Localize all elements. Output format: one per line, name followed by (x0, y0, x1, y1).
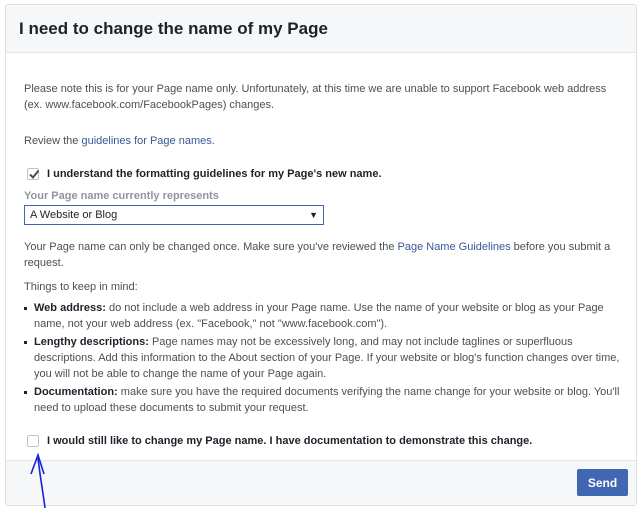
change-page-name-dialog: I need to change the name of my Page Ple… (5, 4, 637, 506)
select-value: A Website or Blog (30, 209, 118, 221)
tip-term: Documentation: (34, 386, 118, 398)
things-heading: Things to keep in mind: (24, 281, 138, 293)
dialog-title: I need to change the name of my Page (19, 19, 328, 38)
checkmark-icon (29, 169, 40, 180)
annotation-arrow-icon (30, 452, 46, 509)
select-label: Your Page name currently represents (24, 190, 219, 202)
review-guidelines-text: Review the guidelines for Page names. (24, 133, 215, 149)
change-once-text: Your Page name can only be changed once.… (24, 239, 624, 271)
dialog-header: I need to change the name of my Page (6, 5, 636, 53)
understand-checkbox-label[interactable]: I understand the formatting guidelines f… (47, 166, 382, 182)
still-change-checkbox-label[interactable]: I would still like to change my Page nam… (47, 433, 532, 449)
dialog-footer: Send (6, 460, 636, 505)
still-change-checkbox[interactable] (27, 435, 39, 447)
list-item: Lengthy descriptions: Page names may not… (24, 334, 624, 382)
page-name-guidelines-link[interactable]: Page Name Guidelines (398, 241, 511, 253)
tip-term: Web address: (34, 302, 106, 314)
review-prefix: Review the (24, 135, 82, 147)
page-name-note: Please note this is for your Page name o… (24, 83, 607, 111)
list-item: Web address: do not include a web addres… (24, 300, 624, 332)
list-item: Documentation: make sure you have the re… (24, 384, 624, 416)
tip-text: do not include a web address in your Pag… (34, 302, 604, 330)
review-suffix: . (211, 135, 215, 147)
understand-checkbox[interactable] (27, 168, 40, 180)
guidelines-link[interactable]: guidelines for Page names (81, 135, 211, 147)
tip-term: Lengthy descriptions: (34, 336, 149, 348)
page-represents-select[interactable]: A Website or Blog ▼ (24, 205, 324, 225)
send-button[interactable]: Send (577, 469, 628, 496)
tips-list: Web address: do not include a web addres… (24, 300, 624, 418)
tip-text: make sure you have the required document… (34, 386, 620, 414)
dropdown-arrow-icon: ▼ (309, 210, 318, 220)
change-once-prefix: Your Page name can only be changed once.… (24, 241, 398, 253)
